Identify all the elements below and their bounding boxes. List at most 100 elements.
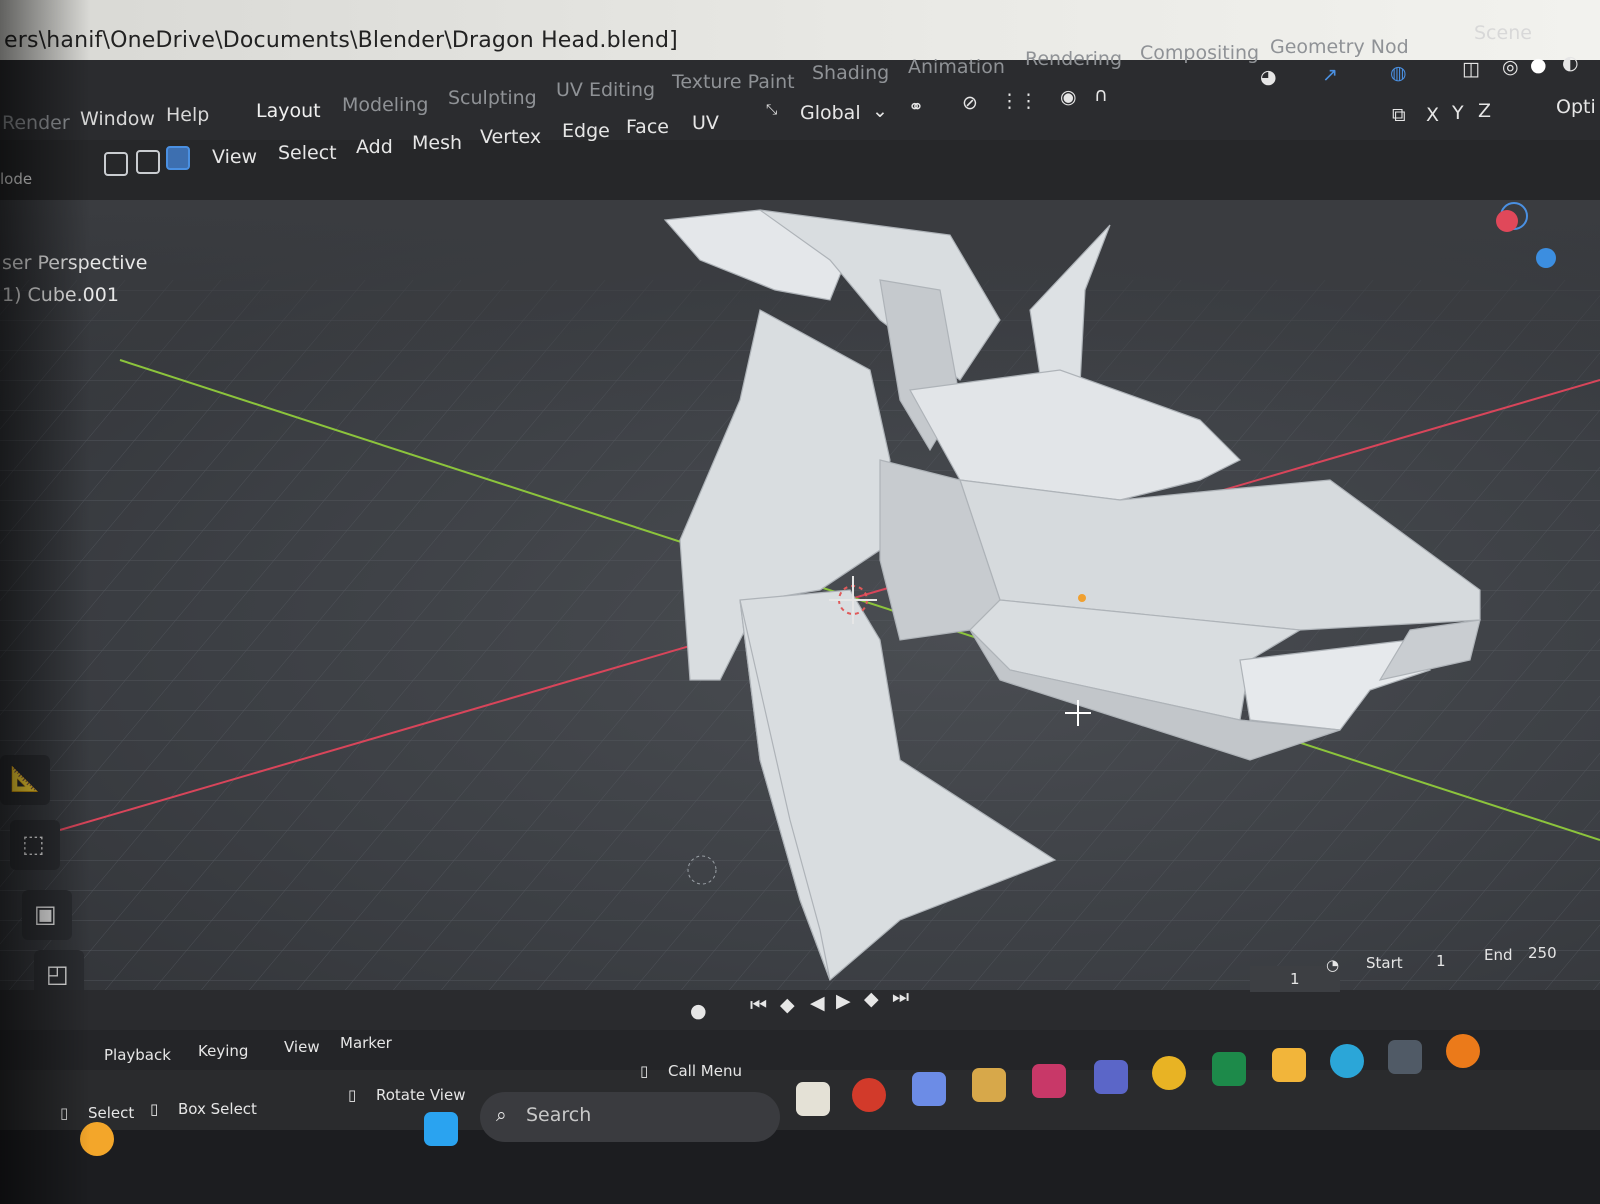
solid-shading-icon[interactable]: ● [1530, 54, 1547, 76]
add-cube-tool[interactable]: ⬚ [10, 820, 60, 870]
wireframe-shading-icon[interactable]: ◎ [1502, 56, 1519, 78]
tab-geometry-nodes[interactable]: Geometry Nod [1270, 36, 1409, 58]
gizmo-x-axis-icon[interactable] [1496, 210, 1518, 232]
transform-orientation-icon: ⤡ [766, 102, 778, 118]
proportional-edit-icon[interactable]: ◉ [1060, 86, 1077, 108]
viewport-header: lode View Select Add Mesh Vertex Edge Fa… [0, 52, 1600, 200]
tab-texture-paint[interactable]: Texture Paint [672, 71, 795, 93]
chevron-down-icon: ⌄ [872, 100, 888, 122]
gizmo-toggle-icon[interactable]: ↗ [1322, 64, 1338, 86]
cube-add-icon: ⬚ [22, 830, 45, 858]
transform-orientation-select[interactable]: Global [800, 102, 861, 124]
taskbar-search[interactable]: ⌕ Search [480, 1092, 780, 1142]
mode-selector[interactable]: lode [0, 170, 32, 188]
edge-select-icon[interactable] [136, 150, 160, 174]
pivot-point-icon[interactable]: ⚭ [908, 96, 924, 118]
3d-viewport[interactable]: ser Perspective 1) Cube.001 ⬚ ▣ ◰ 📐 [0, 200, 1600, 990]
mouse-left-icon: ▯ [60, 1104, 69, 1122]
mirror-icon[interactable]: ⧉ [1392, 104, 1406, 126]
vertex-select-icon[interactable] [104, 152, 128, 176]
mirror-axis-x[interactable]: X [1426, 104, 1439, 126]
falloff-curve-icon[interactable]: ∩ [1094, 84, 1108, 106]
gizmo-z-axis-icon[interactable] [1536, 248, 1556, 268]
jump-start-icon[interactable]: ⏮ [750, 994, 767, 1016]
tab-sculpting[interactable]: Sculpting [448, 87, 537, 109]
weather-widget-icon[interactable] [80, 1122, 114, 1156]
tab-compositing[interactable]: Compositing [1140, 42, 1259, 64]
options-dropdown[interactable]: Opti [1556, 96, 1596, 118]
play-icon[interactable]: ▶ [836, 990, 851, 1012]
window-title: ers\hanif\OneDrive\Documents\Blender\Dra… [4, 28, 678, 53]
menu-view[interactable]: View [212, 146, 257, 168]
object-name: 1) Cube.001 [2, 284, 119, 306]
tab-layout[interactable]: Layout [256, 100, 321, 122]
blender-window: ers\hanif\OneDrive\Documents\Blender\Dra… [0, 0, 1600, 1204]
status-box-select: Box Select [178, 1100, 257, 1118]
measure-tool[interactable]: 📐 [0, 755, 50, 805]
folder-icon[interactable] [1272, 1048, 1306, 1082]
material-shading-icon[interactable]: ◐ [1562, 52, 1579, 74]
overlay-toggle-icon[interactable]: ◍ [1390, 62, 1407, 84]
play-reverse-icon[interactable]: ◀ [810, 992, 825, 1014]
blender-icon[interactable] [1446, 1034, 1480, 1068]
status-call-menu: Call Menu [668, 1062, 742, 1080]
marker-menu[interactable]: Marker [340, 1034, 392, 1052]
search-icon: ⌕ [496, 1104, 507, 1126]
store-icon[interactable] [972, 1068, 1006, 1102]
jump-end-icon[interactable]: ⏭ [892, 986, 909, 1008]
snap-increment-icon[interactable]: ⋮⋮ [1000, 90, 1038, 112]
chrome-icon[interactable] [1152, 1056, 1186, 1090]
menu-mesh[interactable]: Mesh [412, 132, 462, 154]
terminal-icon[interactable] [1388, 1040, 1422, 1074]
copilot-icon[interactable] [912, 1072, 946, 1106]
file-explorer-icon[interactable] [796, 1082, 830, 1116]
menu-edge[interactable]: Edge [562, 120, 610, 142]
mirror-axis-z[interactable]: Z [1478, 100, 1491, 122]
visibility-eye-icon[interactable]: ◕ [1260, 66, 1277, 88]
object-origin [1078, 594, 1086, 602]
windows-start-icon[interactable] [424, 1112, 458, 1146]
timer-icon[interactable]: ◔ [1326, 956, 1339, 974]
timeline-view-menu[interactable]: View [284, 1038, 320, 1056]
tab-rendering[interactable]: Rendering [1025, 48, 1122, 70]
menu-help[interactable]: Help [166, 104, 209, 126]
prev-keyframe-icon[interactable]: ◆ [780, 994, 795, 1016]
ruler-icon: 📐 [10, 765, 40, 793]
extrude-tool[interactable]: ▣ [22, 890, 72, 940]
tab-modeling[interactable]: Modeling [342, 94, 428, 116]
tab-shading[interactable]: Shading [812, 62, 889, 84]
menu-face[interactable]: Face [626, 116, 669, 138]
menu-vertex[interactable]: Vertex [480, 126, 541, 148]
next-keyframe-icon[interactable]: ◆ [864, 988, 879, 1010]
mouse-drag-icon: ▯ [150, 1100, 159, 1118]
edge-icon[interactable] [1330, 1044, 1364, 1078]
menu-select[interactable]: Select [278, 142, 337, 164]
tab-animation[interactable]: Animation [908, 56, 1005, 78]
powerpoint-icon[interactable] [852, 1078, 886, 1112]
teams-icon[interactable] [1094, 1060, 1128, 1094]
face-select-icon[interactable] [166, 146, 190, 170]
menu-uv[interactable]: UV [692, 112, 719, 134]
menu-window[interactable]: Window [80, 108, 155, 130]
inset-tool[interactable]: ◰ [34, 950, 84, 990]
start-frame-value[interactable]: 1 [1436, 952, 1446, 970]
tab-uv-editing[interactable]: UV Editing [556, 79, 655, 101]
excel-icon[interactable] [1212, 1052, 1246, 1086]
record-icon[interactable]: ● [690, 1000, 707, 1022]
mcafee-icon[interactable] [1032, 1064, 1066, 1098]
xray-toggle-icon[interactable]: ◫ [1462, 58, 1480, 80]
menu-render[interactable]: Render [2, 112, 70, 134]
windows-taskbar [0, 1034, 1600, 1204]
snap-magnet-icon[interactable]: ⊘ [962, 92, 978, 114]
scene-selector[interactable]: Scene [1474, 22, 1532, 44]
status-select: Select [88, 1104, 135, 1122]
end-frame-label: End [1484, 946, 1513, 964]
viewport-grid [0, 200, 1600, 990]
menu-add[interactable]: Add [356, 136, 393, 158]
keying-menu[interactable]: Keying [198, 1042, 248, 1060]
mouse-middle-icon: ▯ [348, 1086, 357, 1104]
end-frame-value[interactable]: 250 [1528, 944, 1557, 962]
playback-menu[interactable]: Playback [104, 1046, 171, 1064]
start-frame-label: Start [1366, 954, 1403, 972]
mirror-axis-y[interactable]: Y [1452, 102, 1464, 124]
